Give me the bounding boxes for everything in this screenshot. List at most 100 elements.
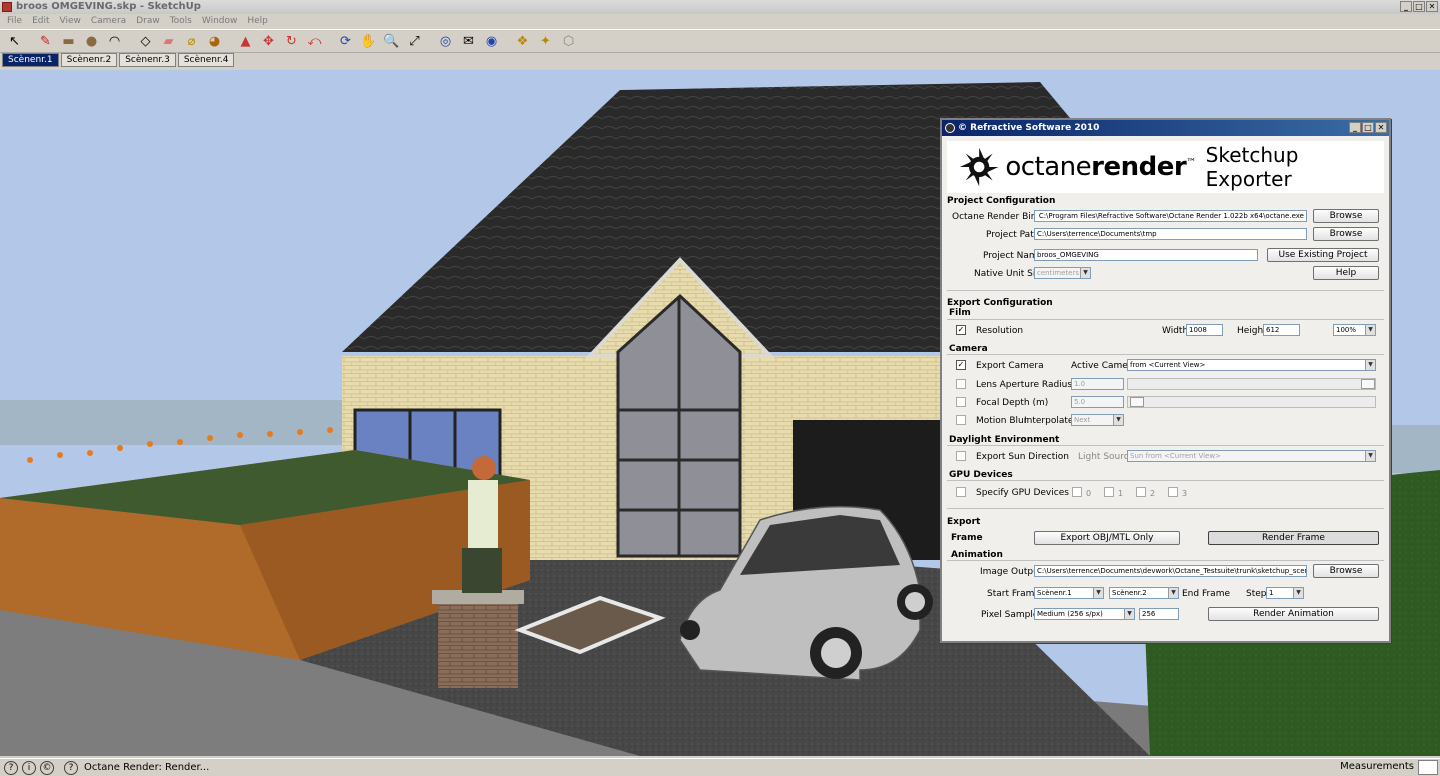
start-frame-value: Scènenr.1 (1037, 589, 1072, 597)
dialog-maximize-button[interactable]: □ (1362, 122, 1374, 133)
project-path-field[interactable]: C:\Users\terrence\Documents\tmp (1034, 228, 1307, 240)
copyright-icon[interactable]: © (40, 760, 54, 775)
get-models-icon[interactable]: ◎ (435, 31, 456, 52)
gpu-3-checkbox[interactable] (1168, 487, 1178, 497)
tape-measure-icon[interactable]: ⌀ (181, 31, 202, 52)
tab-scene-3[interactable]: Scènenr.3 (119, 53, 176, 67)
specify-gpu-checkbox[interactable] (956, 487, 966, 497)
lens-aperture-field[interactable]: 1.0 (1071, 378, 1124, 390)
focal-depth-checkbox[interactable] (956, 397, 966, 407)
zoom-extents-icon[interactable]: ⤢ (404, 31, 425, 52)
maximize-button[interactable]: □ (1413, 1, 1425, 12)
dialog-minimize-button[interactable]: _ (1349, 122, 1361, 133)
offset-icon[interactable]: ⤺ (304, 31, 325, 52)
use-existing-project-button[interactable]: Use Existing Project (1267, 248, 1379, 262)
end-frame-select[interactable]: Scènenr.2 ▼ (1109, 587, 1179, 599)
subsection-animation: Animation (951, 550, 1003, 560)
height-field[interactable]: 612 (1263, 324, 1300, 336)
help-button[interactable]: Help (1313, 266, 1379, 280)
help-icon[interactable]: ? (64, 760, 78, 775)
rotate-icon[interactable]: ↻ (281, 31, 302, 52)
tab-scene-4[interactable]: Scènenr.4 (177, 53, 235, 67)
browse-binary-button[interactable]: Browse (1313, 209, 1379, 223)
export-obj-button[interactable]: Export OBJ/MTL Only (1034, 531, 1180, 545)
menu-help[interactable]: Help (242, 14, 273, 28)
focal-depth-slider[interactable] (1127, 396, 1376, 408)
move-icon[interactable]: ✥ (258, 31, 279, 52)
toolbar-separator (127, 31, 133, 52)
resolution-checkbox[interactable]: ✓ (956, 325, 966, 335)
menu-window[interactable]: Window (197, 14, 243, 28)
divider (947, 445, 1384, 446)
browse-output-button[interactable]: Browse (1313, 564, 1379, 578)
arc-icon[interactable]: ◠ (104, 31, 125, 52)
menu-edit[interactable]: Edit (27, 14, 54, 28)
slider-handle[interactable] (1361, 379, 1375, 389)
lens-aperture-checkbox[interactable] (956, 379, 966, 389)
active-camera-select[interactable]: from <Current View> ▼ (1127, 359, 1376, 371)
minimize-button[interactable]: _ (1400, 1, 1412, 12)
start-frame-label: Start Frame (987, 589, 1040, 599)
rectangle-icon[interactable]: ▬ (58, 31, 79, 52)
share-component-icon[interactable]: ◉ (481, 31, 502, 52)
lens-aperture-slider[interactable] (1127, 378, 1376, 390)
focal-depth-field[interactable]: 5.0 (1071, 396, 1124, 408)
browse-path-button[interactable]: Browse (1313, 227, 1379, 241)
project-name-field[interactable]: broos_OMGEVING (1034, 249, 1258, 261)
get-components-icon[interactable]: ❖ (512, 31, 533, 52)
chevron-down-icon: ▼ (1168, 588, 1178, 598)
step-select[interactable]: 1 ▼ (1266, 587, 1304, 599)
geo-location-icon[interactable]: ? (4, 760, 18, 775)
zoom-select[interactable]: 100% ▼ (1333, 324, 1376, 336)
toolbar-separator (27, 31, 33, 52)
width-field[interactable]: 1008 (1186, 324, 1223, 336)
slider-handle[interactable] (1130, 397, 1144, 407)
octane-icon[interactable]: ⬡ (558, 31, 579, 52)
image-output-field[interactable]: C:\Users\terrence\Documents\devwork\Octa… (1034, 565, 1307, 577)
octane-binary-field[interactable]: C:\Program Files\Refractive Software\Oct… (1034, 210, 1307, 222)
pencil-icon[interactable]: ✎ (35, 31, 56, 52)
credits-icon[interactable]: i (22, 760, 36, 775)
interpolate-label: Interpolate (1024, 416, 1074, 426)
pan-icon[interactable]: ✋ (358, 31, 379, 52)
share-model-icon[interactable]: ✉ (458, 31, 479, 52)
start-frame-select[interactable]: Scènenr.1 ▼ (1034, 587, 1104, 599)
menu-draw[interactable]: Draw (131, 14, 165, 28)
light-source-select[interactable]: Sun from <Current View> ▼ (1127, 450, 1376, 462)
section-export-configuration: Export Configuration (947, 298, 1053, 308)
render-animation-button[interactable]: Render Animation (1208, 607, 1379, 621)
divider (947, 560, 1384, 561)
divider (947, 290, 1384, 291)
select-arrow-icon[interactable]: ↖ (4, 31, 25, 52)
interpolate-select[interactable]: Next ▼ (1071, 414, 1124, 426)
menu-file[interactable]: File (2, 14, 27, 28)
status-text: Octane Render: Render... (84, 762, 210, 773)
tab-scene-1[interactable]: Scènenr.1 (2, 53, 59, 67)
render-frame-button[interactable]: Render Frame (1208, 531, 1379, 545)
close-button[interactable]: ✕ (1426, 1, 1438, 12)
pixel-samples-select[interactable]: Medium (256 s/px) ▼ (1034, 608, 1135, 620)
push-pull-icon[interactable]: ▲ (235, 31, 256, 52)
paint-bucket-icon[interactable]: ◕ (204, 31, 225, 52)
tab-scene-2[interactable]: Scènenr.2 (60, 53, 118, 67)
make-component-icon[interactable]: ◇ (135, 31, 156, 52)
dialog-close-button[interactable]: ✕ (1375, 122, 1387, 133)
gpu-0-checkbox[interactable] (1072, 487, 1082, 497)
menu-view[interactable]: View (55, 14, 86, 28)
circle-icon[interactable]: ● (81, 31, 102, 52)
export-sun-checkbox[interactable] (956, 451, 966, 461)
eraser-icon[interactable]: ▰ (158, 31, 179, 52)
export-camera-checkbox[interactable]: ✓ (956, 360, 966, 370)
motion-blur-checkbox[interactable] (956, 415, 966, 425)
orbit-icon[interactable]: ⟳ (335, 31, 356, 52)
gpu-1-checkbox[interactable] (1104, 487, 1114, 497)
menu-camera[interactable]: Camera (86, 14, 131, 28)
measurements-label: Measurements (1340, 761, 1414, 772)
measurements-box[interactable] (1418, 760, 1438, 775)
zoom-icon[interactable]: 🔍 (381, 31, 402, 52)
gpu-2-checkbox[interactable] (1136, 487, 1146, 497)
menu-tools[interactable]: Tools (165, 14, 197, 28)
pixel-samples-field[interactable]: 256 (1139, 608, 1179, 620)
native-unit-select[interactable]: centimeters ▼ (1034, 267, 1091, 279)
extension-icon[interactable]: ✦ (535, 31, 556, 52)
